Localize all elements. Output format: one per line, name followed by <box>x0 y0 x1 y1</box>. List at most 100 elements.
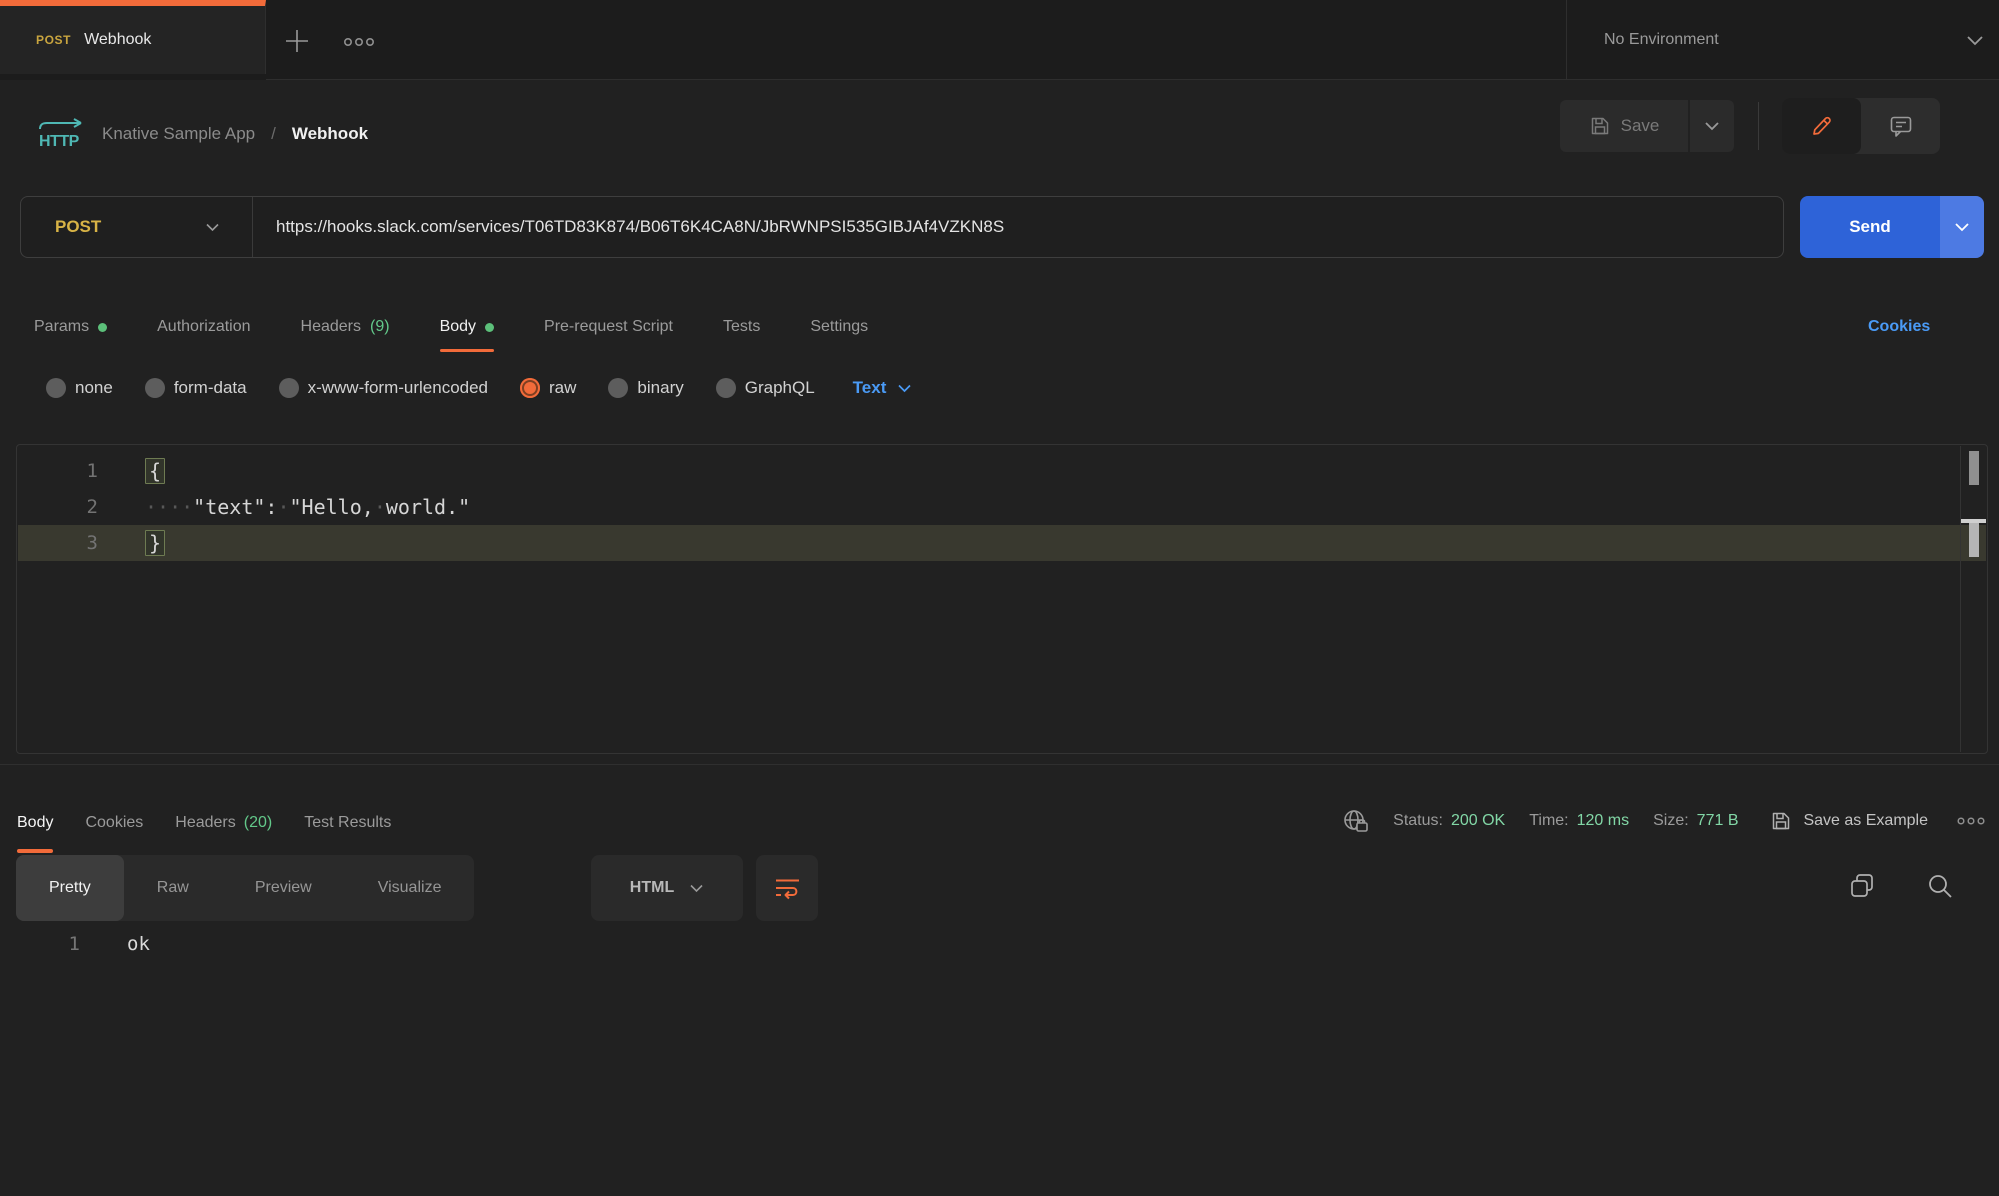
send-button[interactable]: Send <box>1800 196 1940 258</box>
url-input[interactable]: https://hooks.slack.com/services/T06TD83… <box>253 197 1783 257</box>
save-button[interactable]: Save <box>1560 100 1688 152</box>
line-number: 2 <box>18 496 98 518</box>
view-visualize[interactable]: Visualize <box>345 855 475 921</box>
response-tab-headers[interactable]: Headers (20) <box>175 791 272 855</box>
environment-selector[interactable]: No Environment <box>1604 0 1984 80</box>
http-request-icon: HTTP <box>36 118 86 150</box>
json-key: "text": <box>193 495 277 519</box>
tab-params[interactable]: Params <box>34 302 107 352</box>
tab-headers[interactable]: Headers (9) <box>301 302 390 352</box>
mode-label: binary <box>637 378 683 398</box>
tab-method-label: POST <box>36 33 71 47</box>
response-tab-test-results[interactable]: Test Results <box>304 791 391 855</box>
mode-graphql[interactable]: GraphQL <box>716 378 815 398</box>
size-value: 771 B <box>1697 812 1739 830</box>
view-raw[interactable]: Raw <box>124 855 222 921</box>
editor-scroll-gutter-divider <box>1960 446 1961 752</box>
tab-body[interactable]: Body <box>440 302 494 352</box>
send-options-button[interactable] <box>1940 196 1984 258</box>
view-pretty[interactable]: Pretty <box>16 855 124 921</box>
mode-label: form-data <box>174 378 247 398</box>
headers-count-badge: (9) <box>370 318 390 336</box>
response-view-switcher: Pretty Raw Preview Visualize <box>16 855 474 921</box>
environment-divider <box>1566 0 1567 80</box>
radio-icon <box>145 378 165 398</box>
breadcrumb-request-name[interactable]: Webhook <box>292 124 368 144</box>
language-label: Text <box>853 378 887 398</box>
response-meta-bar: Status: 200 OK Time: 120 ms Size: 771 B … <box>1342 791 1986 851</box>
open-request-tab[interactable]: POST Webhook <box>0 0 266 74</box>
tab-label: Cookies <box>85 814 143 832</box>
url-bar: POST https://hooks.slack.com/services/T0… <box>20 196 1784 258</box>
view-preview[interactable]: Preview <box>222 855 345 921</box>
json-value: "Hello, <box>290 495 374 519</box>
mode-none[interactable]: none <box>46 378 113 398</box>
editor-scrollbar-thumb[interactable] <box>1969 451 1979 485</box>
response-tab-body[interactable]: Body <box>17 791 53 855</box>
wrap-lines-button[interactable] <box>756 855 818 921</box>
mode-binary[interactable]: binary <box>608 378 683 398</box>
tab-settings[interactable]: Settings <box>810 302 868 352</box>
headers-count-badge: (20) <box>244 814 272 832</box>
cookies-link[interactable]: Cookies <box>1868 302 1930 352</box>
tab-pre-request-script[interactable]: Pre-request Script <box>544 302 673 352</box>
breadcrumb-collection[interactable]: Knative Sample App <box>102 124 255 144</box>
plus-icon <box>282 26 312 56</box>
wrap-text-icon <box>774 877 801 900</box>
tab-options-button[interactable] <box>342 36 376 48</box>
search-response-button[interactable] <box>1926 872 1954 900</box>
meatballs-icon <box>342 36 376 48</box>
tab-label: Headers <box>301 318 361 336</box>
line-number: 1 <box>17 933 80 955</box>
save-as-example-label: Save as Example <box>1803 812 1928 830</box>
chevron-down-icon <box>897 384 912 393</box>
tab-label: Settings <box>810 318 868 336</box>
environment-label: No Environment <box>1604 31 1719 49</box>
header-icon-group <box>1782 98 1940 154</box>
method-label: POST <box>55 217 101 237</box>
method-selector[interactable]: POST <box>21 197 253 257</box>
pencil-icon <box>1810 114 1834 138</box>
tab-tests[interactable]: Tests <box>723 302 760 352</box>
comment-icon <box>1889 115 1913 138</box>
mode-x-www-form-urlencoded[interactable]: x-www-form-urlencoded <box>279 378 488 398</box>
breadcrumb: HTTP Knative Sample App / Webhook <box>36 112 368 156</box>
tab-authorization[interactable]: Authorization <box>157 302 250 352</box>
network-globe-icon[interactable] <box>1342 808 1369 835</box>
svg-text:HTTP: HTTP <box>39 133 80 150</box>
raw-language-selector[interactable]: Text <box>853 378 913 398</box>
response-body-text: ok <box>127 933 150 955</box>
line-number: 3 <box>18 532 98 554</box>
radio-icon <box>46 378 66 398</box>
tab-label: Tests <box>723 318 760 336</box>
line-number: 1 <box>18 460 98 482</box>
time-label: Time: <box>1529 812 1568 830</box>
save-options-button[interactable] <box>1690 100 1734 152</box>
save-as-example-button[interactable]: Save as Example <box>1770 810 1928 832</box>
copy-response-button[interactable] <box>1848 872 1876 900</box>
tab-label: Body <box>440 318 476 336</box>
mode-form-data[interactable]: form-data <box>145 378 247 398</box>
time-pair: Time: 120 ms <box>1529 812 1629 830</box>
mode-label: x-www-form-urlencoded <box>308 378 488 398</box>
copy-icon <box>1848 872 1876 900</box>
response-tab-cookies[interactable]: Cookies <box>85 791 143 855</box>
whitespace-dots: ···· <box>145 495 193 519</box>
send-button-label: Send <box>1849 217 1891 237</box>
status-value: 200 OK <box>1451 812 1505 830</box>
open-brace: { <box>145 458 165 484</box>
response-body-line[interactable]: 1 ok <box>17 928 1969 960</box>
chevron-down-icon <box>205 223 220 232</box>
rename-request-button[interactable] <box>1782 98 1861 154</box>
tab-label: Test Results <box>304 814 391 832</box>
comments-button[interactable] <box>1861 98 1940 154</box>
tab-label: Authorization <box>157 318 250 336</box>
time-value: 120 ms <box>1577 812 1629 830</box>
new-tab-button[interactable] <box>282 26 312 56</box>
response-options-button[interactable] <box>1956 816 1986 826</box>
response-pane-divider <box>0 764 1999 765</box>
response-format-selector[interactable]: HTML <box>591 855 743 921</box>
body-mode-row: none form-data x-www-form-urlencoded raw… <box>46 368 912 408</box>
mode-raw[interactable]: raw <box>520 378 576 398</box>
request-body-editor[interactable]: 1 { 2 ····"text":·"Hello,·world." 3 } <box>16 444 1988 754</box>
